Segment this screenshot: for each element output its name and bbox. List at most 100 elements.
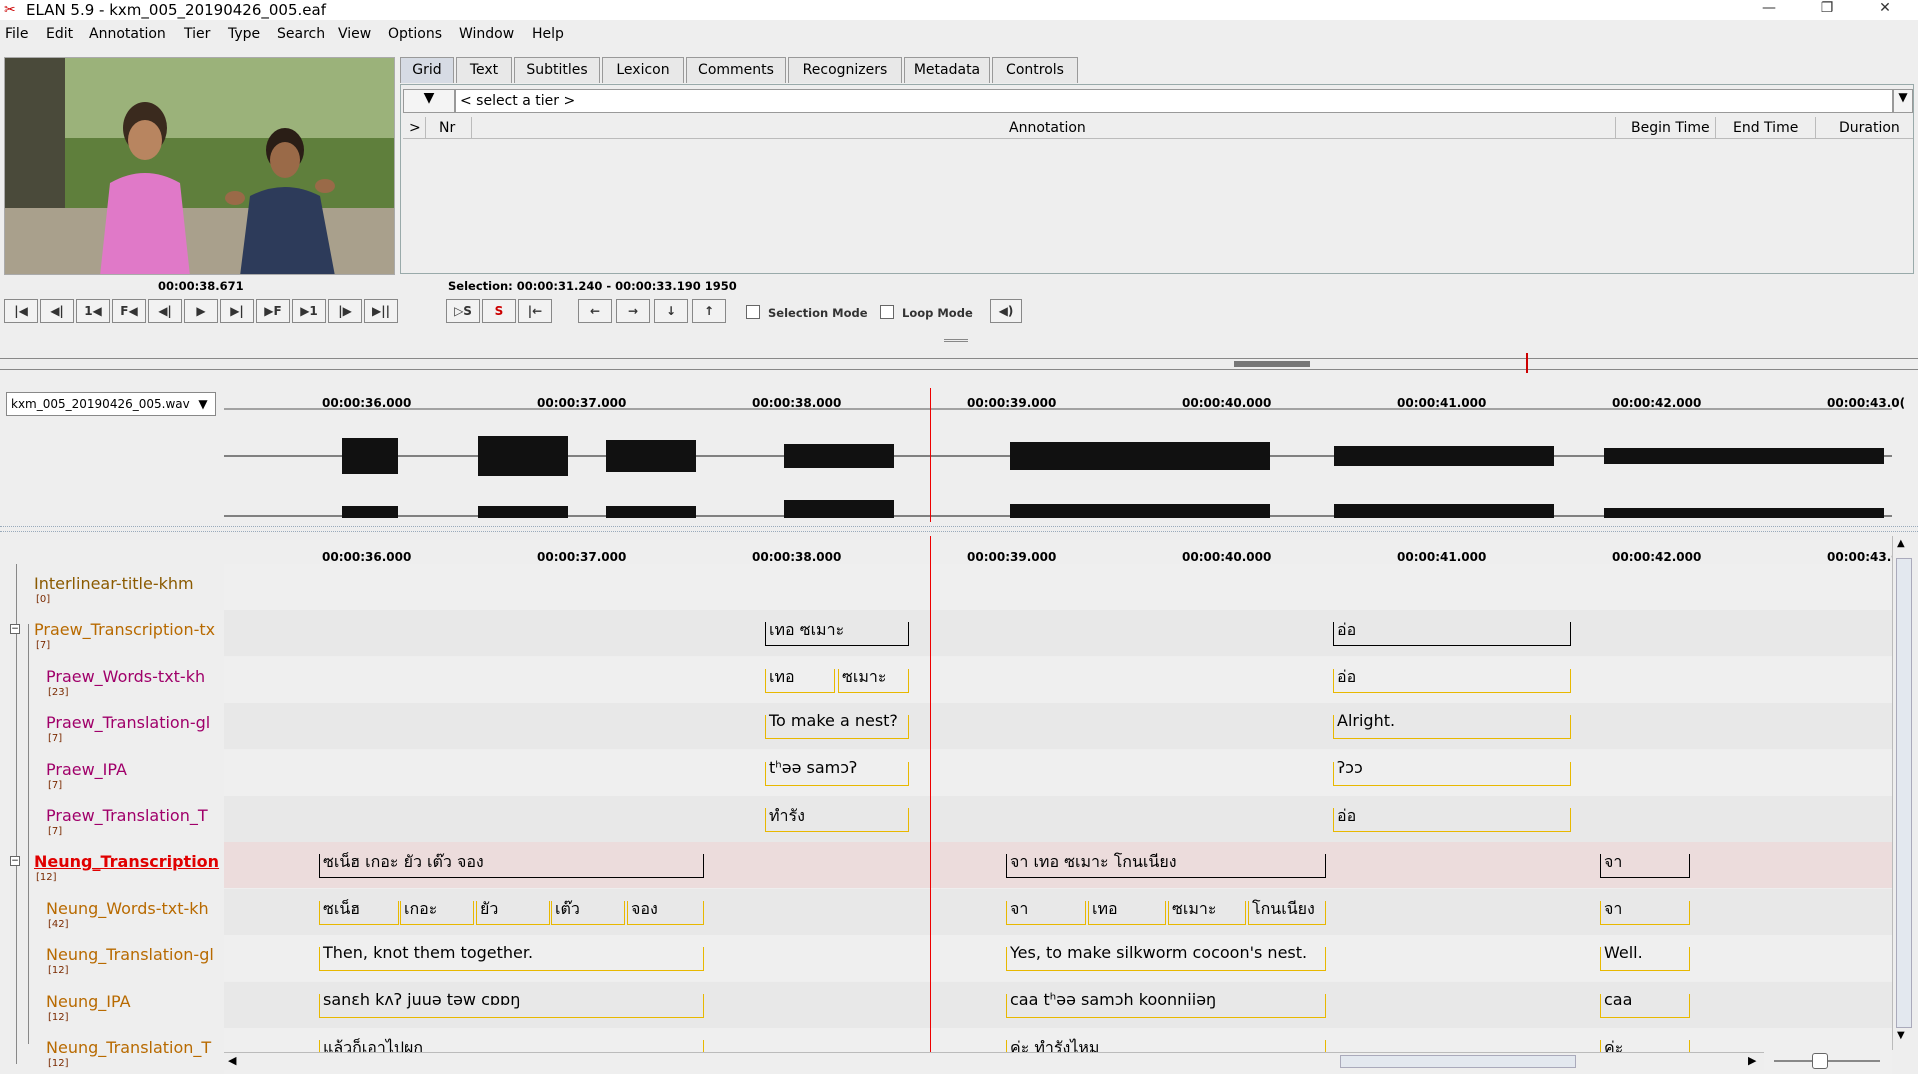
column-end-time[interactable]: End Time: [1733, 120, 1798, 136]
annotation[interactable]: sanɛh kʌʔ juuə təw cɒɒŋ: [319, 990, 704, 1018]
zoom-slider-thumb[interactable]: [1812, 1053, 1828, 1069]
tab-controls[interactable]: Controls: [992, 57, 1078, 83]
annotation[interactable]: จา: [1006, 899, 1086, 925]
tab-subtitles[interactable]: Subtitles: [514, 57, 600, 83]
column-nr[interactable]: Nr: [439, 120, 455, 136]
annotation[interactable]: จา: [1600, 899, 1690, 925]
selection-mode-checkbox[interactable]: [746, 305, 760, 319]
tier-label[interactable]: Neung_IPA: [46, 992, 131, 1011]
annotation-up-button[interactable]: ↑: [692, 299, 726, 323]
tier-label[interactable]: Interlinear-title-khm: [34, 574, 194, 593]
waveform-viewer[interactable]: 00:00:36.000 00:00:37.000 00:00:38.000 0…: [224, 388, 1905, 522]
tier-row[interactable]: [224, 703, 1892, 750]
collapse-tier-icon[interactable]: −: [10, 856, 20, 867]
vertical-scrollbar[interactable]: ▲ ▼: [1892, 536, 1914, 1050]
annotation[interactable]: caa tʰəə samɔh koonniiəŋ: [1006, 990, 1326, 1018]
tier-row[interactable]: [224, 796, 1892, 842]
tier-label[interactable]: Praew_Words-txt-kh: [46, 667, 205, 686]
annotation[interactable]: จอง: [627, 899, 704, 925]
clear-selection-button[interactable]: S: [482, 299, 516, 323]
previous-annotation-button[interactable]: ←: [578, 299, 612, 323]
menu-window[interactable]: Window: [459, 26, 514, 42]
minimize-icon[interactable]: —: [1746, 0, 1792, 20]
annotation[interactable]: caa: [1600, 990, 1690, 1018]
tier-label[interactable]: Neung_Translation-gl: [46, 945, 214, 964]
next-second-button[interactable]: ▶1: [292, 299, 326, 323]
menu-search[interactable]: Search: [277, 26, 325, 42]
next-annotation-button[interactable]: →: [616, 299, 650, 323]
annotation[interactable]: Well.: [1600, 943, 1690, 972]
video-viewer[interactable]: [4, 57, 395, 275]
tab-grid[interactable]: Grid: [400, 57, 454, 83]
tab-metadata[interactable]: Metadata: [904, 57, 990, 83]
previous-frame-button[interactable]: F◀: [112, 299, 146, 323]
play-selection-button[interactable]: ▷S: [446, 299, 480, 323]
annotation[interactable]: โกนเนียง: [1248, 899, 1326, 925]
annotation[interactable]: ยัว: [476, 899, 550, 925]
annotation[interactable]: อ่อ: [1333, 806, 1571, 832]
tab-text[interactable]: Text: [456, 57, 512, 83]
column-begin-time[interactable]: Begin Time: [1631, 120, 1710, 136]
zoom-slider[interactable]: [1774, 1053, 1880, 1069]
tier-label[interactable]: Praew_Translation_T: [46, 806, 208, 825]
volume-icon[interactable]: ◀): [990, 299, 1022, 323]
annotation[interactable]: จา: [1600, 852, 1690, 879]
tab-comments[interactable]: Comments: [686, 57, 786, 83]
annotation[interactable]: Alright.: [1333, 711, 1571, 740]
scroll-left-icon[interactable]: ◀: [228, 1054, 236, 1067]
annotation[interactable]: ทำรัง: [765, 806, 909, 832]
restore-icon[interactable]: ❐: [1804, 0, 1850, 20]
tier-label[interactable]: Neung_Words-txt-kh: [46, 899, 209, 918]
annotation[interactable]: ซเน็ฮ เกอะ ยัว เต๊ว จอง: [319, 852, 704, 879]
go-to-end-button[interactable]: ▶||: [364, 299, 398, 323]
annotation[interactable]: tʰəə samɔʔ: [765, 758, 909, 786]
tier-row[interactable]: [224, 564, 1892, 610]
tier-dropdown-arrow-icon[interactable]: ▼: [403, 89, 455, 113]
tier-row[interactable]: [224, 656, 1892, 703]
overview-viewport[interactable]: [1234, 361, 1310, 367]
horizontal-scroll-thumb[interactable]: [1340, 1055, 1576, 1068]
horizontal-scrollbar[interactable]: ◀ ▶: [224, 1052, 1764, 1070]
tier-select[interactable]: < select a tier >: [455, 89, 1893, 113]
annotation[interactable]: อ่อ: [1333, 667, 1571, 693]
annotation[interactable]: อ่อ: [1333, 620, 1571, 647]
menu-file[interactable]: File: [5, 26, 28, 42]
tier-select-arrow-icon[interactable]: ▼: [1893, 89, 1913, 113]
play-button[interactable]: ▶: [184, 299, 218, 323]
previous-second-button[interactable]: 1◀: [76, 299, 110, 323]
previous-pixel-button[interactable]: ◀|: [148, 299, 182, 323]
annotation[interactable]: To make a nest?: [765, 711, 909, 740]
close-icon[interactable]: ✕: [1862, 0, 1908, 20]
next-pixel-button[interactable]: ▶|: [220, 299, 254, 323]
scroll-right-icon[interactable]: ▶: [1748, 1054, 1756, 1067]
annotation[interactable]: ซเมาะ: [1168, 899, 1246, 925]
loop-mode-checkbox[interactable]: [880, 305, 894, 319]
annotation[interactable]: เทอ: [1088, 899, 1166, 925]
selection-begin-button[interactable]: |←: [518, 299, 552, 323]
annotation[interactable]: Yes, to make silkworm cocoon's nest.: [1006, 943, 1326, 972]
scroll-up-icon[interactable]: ▲: [1897, 538, 1905, 549]
tier-label[interactable]: Praew_Translation-gl: [46, 713, 210, 732]
tab-lexicon[interactable]: Lexicon: [602, 57, 684, 83]
media-file-select[interactable]: kxm_005_20190426_005.wav: [6, 392, 216, 416]
timeline-overview[interactable]: [0, 353, 1918, 373]
tier-row[interactable]: [224, 610, 1892, 657]
media-file-dropdown-icon[interactable]: ▼: [192, 393, 214, 415]
scroll-down-icon[interactable]: ▼: [1897, 1030, 1905, 1041]
annotation[interactable]: เต๊ว: [551, 899, 625, 925]
column-toggle[interactable]: >: [409, 120, 421, 136]
previous-scrollview-button[interactable]: ◀|: [40, 299, 74, 323]
tier-label[interactable]: Neung_Translation_T: [46, 1038, 211, 1057]
annotation[interactable]: เทอ ซเมาะ: [765, 620, 909, 647]
collapse-tier-icon[interactable]: −: [10, 624, 20, 635]
next-scrollview-button[interactable]: |▶: [328, 299, 362, 323]
go-to-begin-button[interactable]: |◀: [4, 299, 38, 323]
column-annotation[interactable]: Annotation: [1009, 120, 1086, 136]
annotation[interactable]: จา เทอ ซเมาะ โกนเนียง: [1006, 852, 1326, 879]
annotation[interactable]: ซเมาะ: [838, 667, 909, 693]
tier-label[interactable]: Praew_IPA: [46, 760, 127, 779]
menu-tier[interactable]: Tier: [184, 26, 210, 42]
annotation[interactable]: ซเน็ฮ: [319, 899, 399, 925]
tier-label[interactable]: Neung_Transcription: [34, 852, 219, 871]
annotation[interactable]: ʔɔɔ: [1333, 758, 1571, 786]
